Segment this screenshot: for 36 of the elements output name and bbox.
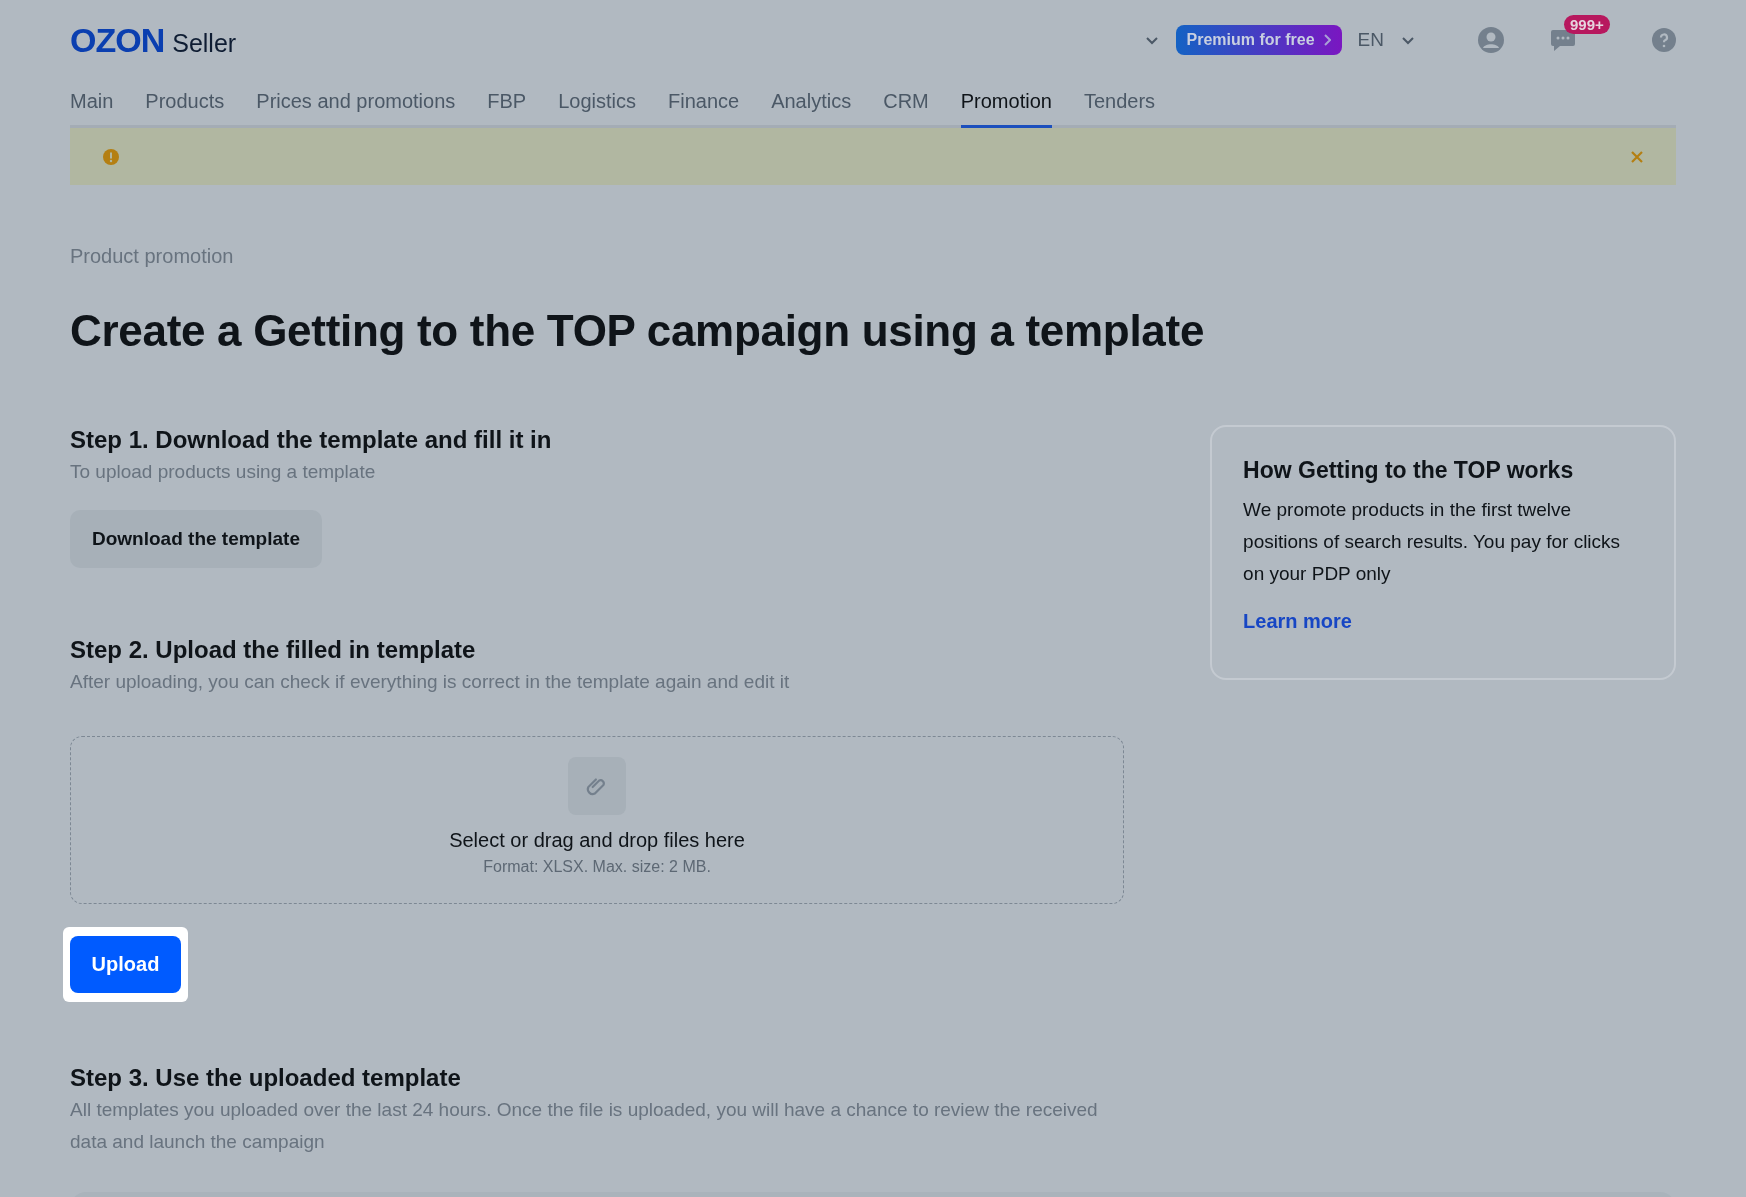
file-dropzone[interactable]: Select or drag and drop files here Format: XLSX. Max. size: 2 MB. <box>70 736 1125 904</box>
nav-tab[interactable]: Prices and promotions <box>256 80 456 128</box>
download-template-button[interactable]: Download the template <box>70 510 322 568</box>
close-icon[interactable] <box>1631 150 1643 163</box>
nav-tab[interactable]: Main <box>70 80 114 128</box>
step-heading: Step 2. Upload the filled in template <box>70 636 477 664</box>
step-heading: Step 1. Download the template and fill it in <box>70 426 553 454</box>
step-description: All templates you uploaded over the last 24 hours. Once the file is uploaded, you will have a chance to review the received data and launch the campaign <box>70 1098 1099 1154</box>
help-icon[interactable] <box>1652 28 1676 52</box>
nav-tab[interactable]: Analytics <box>771 80 852 128</box>
card-text: We promote products in the first twelve positions of search results. You pay for clicks on your PDP only <box>1243 498 1622 586</box>
language-selector[interactable]: EN <box>1357 29 1384 51</box>
dropzone-text: Select or drag and drop files here <box>449 829 745 852</box>
upload-button[interactable]: Upload <box>70 936 181 993</box>
page-title: Create a Getting to the TOP campaign using a template <box>70 306 1206 356</box>
nav-tab[interactable]: Finance <box>668 80 740 128</box>
warning-icon <box>103 148 119 165</box>
nav-tab[interactable]: Logistics <box>558 80 636 128</box>
step-heading: Step 3. Use the uploaded template <box>70 1064 462 1092</box>
nav-tab[interactable]: FBP <box>487 80 527 128</box>
dropzone-hint: Format: XLSX. Max. size: 2 MB. <box>483 858 711 876</box>
logo[interactable]: OZON <box>70 20 165 60</box>
profile-icon[interactable] <box>1478 27 1504 53</box>
step-description: To upload products using a template <box>70 460 377 484</box>
attach-icon <box>568 757 627 815</box>
step-description: After uploading, you can check if everything is correct in the template again and edit it <box>70 670 791 694</box>
logo-subtitle: Seller <box>172 28 237 58</box>
nav-tab[interactable]: CRM <box>883 80 929 128</box>
nav-tab[interactable]: Tenders <box>1083 80 1156 128</box>
card-title: How Getting to the TOP works <box>1243 457 1575 484</box>
notification-badge: 999+ <box>1564 15 1610 34</box>
breadcrumb[interactable]: Product promotion <box>70 245 1676 268</box>
nav-tab[interactable]: Products <box>145 80 225 128</box>
chevron-icon <box>1322 34 1331 46</box>
premium-button[interactable]: Premium for free <box>1175 25 1342 55</box>
learn-more-link[interactable]: Learn more <box>1243 610 1352 633</box>
